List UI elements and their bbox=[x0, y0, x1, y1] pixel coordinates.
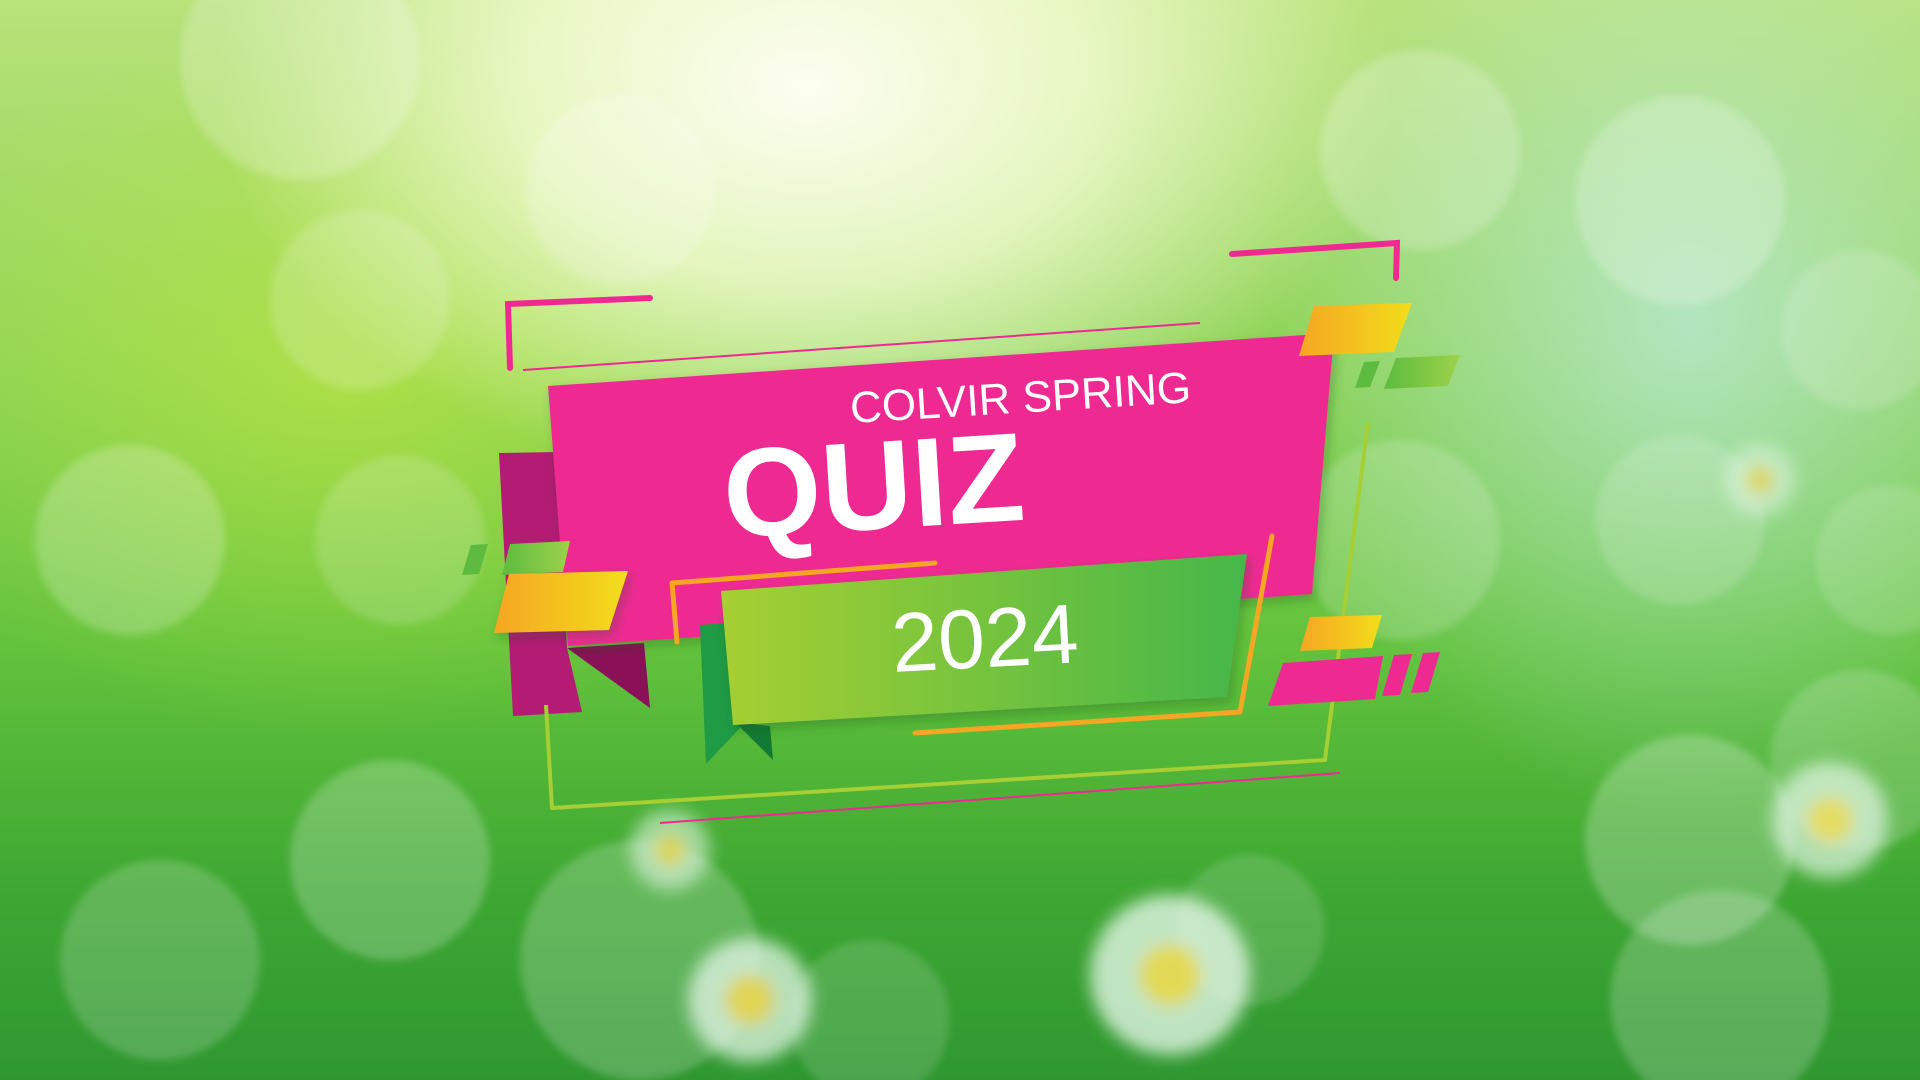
deco-green-top-right-1 bbox=[1384, 355, 1460, 389]
fold-green bbox=[735, 722, 773, 760]
title-badge: COLVIR SPRING QUIZ 2024 bbox=[462, 239, 1460, 824]
deco-magenta-right-3 bbox=[1411, 652, 1440, 693]
deco-orange-right bbox=[1300, 615, 1382, 651]
deco-green-left-1 bbox=[502, 541, 570, 575]
deco-magenta-right-1 bbox=[1268, 656, 1383, 706]
quiz-title: QUIZ bbox=[719, 406, 1028, 565]
deco-green-top-right-2 bbox=[1355, 361, 1380, 388]
fold-magenta bbox=[567, 643, 650, 708]
frame-corner-top-right bbox=[1229, 239, 1401, 281]
quiz-year: 2024 bbox=[889, 586, 1081, 690]
deco-orange-left bbox=[494, 571, 628, 633]
frame-corner-top-left bbox=[504, 295, 653, 371]
quiz-title-screen: COLVIR SPRING QUIZ 2024 bbox=[0, 0, 1920, 1080]
deco-green-left-2 bbox=[462, 544, 488, 575]
deco-magenta-right-2 bbox=[1382, 654, 1412, 696]
deco-orange-top-right bbox=[1299, 303, 1412, 356]
